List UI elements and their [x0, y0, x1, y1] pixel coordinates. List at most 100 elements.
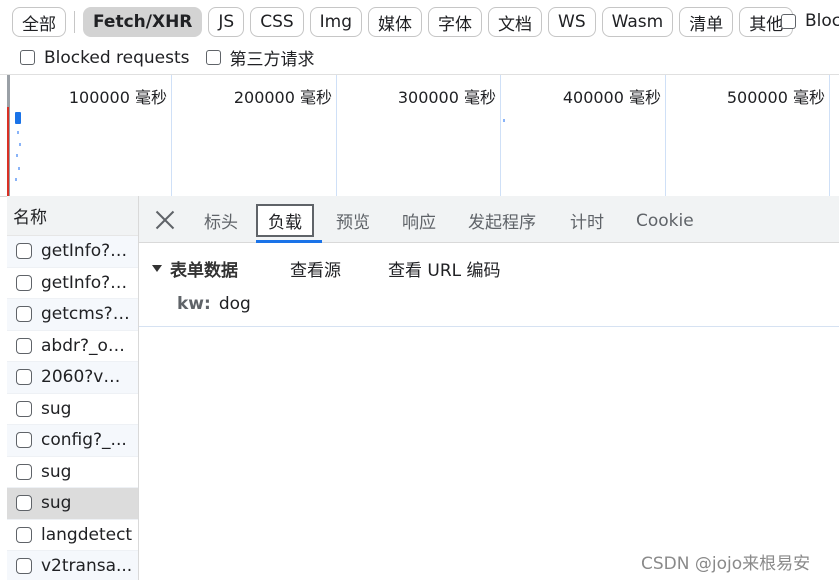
triangle-down-icon — [152, 265, 162, 272]
third-party-checkbox[interactable] — [205, 50, 221, 65]
timeline-gridline — [336, 75, 337, 196]
request-row[interactable]: getcms?_... — [7, 299, 138, 331]
request-row[interactable]: langdetect — [7, 520, 138, 551]
request-tick — [18, 167, 20, 170]
active-tab-indicator — [256, 240, 322, 243]
blocked-requests-label: Blocked requests — [44, 47, 190, 68]
request-name: getInfo?_... — [41, 241, 133, 262]
filter-bar: 全部 Fetch/XHR JS CSS Img 媒体 字体 文档 WS Wasm 清单 其他 Bloc… — [0, 0, 839, 74]
blocked-cookies-toggle[interactable]: Bloc — [781, 11, 839, 31]
request-row[interactable]: getInfo?_... — [7, 268, 138, 299]
request-tick — [503, 119, 505, 122]
request-tick — [19, 143, 21, 146]
name-column-header[interactable]: 名称 — [7, 196, 138, 236]
form-data-value: dog — [218, 294, 251, 314]
request-row-checkbox[interactable] — [16, 526, 32, 543]
filter-chip[interactable]: JS — [208, 7, 245, 37]
close-details-icon[interactable] — [155, 210, 175, 230]
request-name: langdetect — [41, 524, 133, 545]
timeline-tick-label: 300000 毫秒 — [397, 88, 496, 107]
request-row[interactable]: getInfo?_... — [7, 236, 138, 268]
tab-headers[interactable]: 标头 — [204, 204, 238, 237]
tab-response[interactable]: 响应 — [402, 204, 436, 237]
request-row[interactable]: 2060?v=... — [7, 362, 138, 394]
timeline-gridline — [829, 75, 830, 196]
filter-chip[interactable]: WS — [548, 7, 596, 37]
request-row[interactable]: sug — [7, 488, 138, 520]
request-row-checkbox[interactable] — [16, 243, 32, 260]
filter-chip[interactable]: 字体 — [428, 7, 483, 37]
resource-type-filters: 全部 Fetch/XHR JS CSS Img 媒体 字体 文档 WS Wasm 清单 其他 — [12, 6, 794, 38]
request-row-checkbox[interactable] — [16, 558, 32, 575]
tab-cookies[interactable]: Cookie — [636, 204, 694, 237]
request-row[interactable]: sug — [7, 457, 138, 488]
filter-separator — [74, 11, 75, 33]
tab-payload[interactable]: 负载 — [256, 204, 314, 237]
filter-chip[interactable]: 媒体 — [368, 7, 423, 37]
request-tick — [15, 178, 17, 181]
details-tab-bar: 标头 负载 预览 响应 发起程序 计时 Cookie — [139, 196, 839, 243]
timeline-tick-label: 400000 毫秒 — [562, 88, 661, 107]
filter-chip[interactable]: 清单 — [679, 7, 734, 37]
request-tick — [17, 131, 19, 134]
devtools-network-panel: 全部 Fetch/XHR JS CSS Img 媒体 字体 文档 WS Wasm 清单 其他 Bloc… — [0, 0, 839, 580]
request-name: config?_... — [41, 430, 127, 451]
request-row-checkbox[interactable] — [16, 463, 32, 480]
blocked-cookies-label: Bloc — [805, 11, 839, 31]
request-row-checkbox[interactable] — [16, 495, 32, 512]
view-source-button[interactable]: 查看源 — [290, 256, 341, 281]
request-row-checkbox[interactable] — [16, 274, 32, 291]
form-data-row: kw: dog — [177, 294, 251, 314]
tab-timing[interactable]: 计时 — [570, 204, 604, 237]
request-row[interactable]: abdr?_o=... — [7, 331, 138, 362]
filter-chip[interactable]: CSS — [250, 7, 304, 37]
network-overview-timeline[interactable]: 100000 毫秒 200000 毫秒 300000 毫秒 400000 毫秒 … — [0, 74, 839, 197]
load-event-marker — [7, 107, 9, 196]
request-name: 2060?v=... — [41, 367, 133, 388]
request-list: 名称 getInfo?_... getInfo?_... getcms?_...ab… — [7, 196, 139, 580]
request-tick — [16, 154, 18, 157]
request-name: sug — [41, 461, 72, 482]
request-bar — [15, 112, 21, 124]
watermark: CSDN @jojo来根易安 — [641, 554, 811, 574]
third-party-label: 第三方请求 — [229, 50, 315, 70]
request-row-checkbox[interactable] — [16, 369, 32, 386]
request-name: getInfo?_... — [41, 272, 133, 293]
request-row-checkbox[interactable] — [16, 432, 32, 449]
request-details-pane: 标头 负载 预览 响应 发起程序 计时 Cookie 表单数据 查看源 查看 U… — [139, 196, 839, 580]
request-name: sug — [41, 493, 72, 514]
blocked-requests-checkbox[interactable] — [20, 50, 35, 65]
timeline-tick-label: 500000 毫秒 — [726, 88, 825, 107]
timeline-tick-label: 200000 毫秒 — [233, 88, 332, 107]
filter-chip[interactable]: Img — [309, 7, 363, 37]
filter-chip[interactable]: 文档 — [488, 7, 543, 37]
filter-chip[interactable]: Fetch/XHR — [83, 7, 203, 37]
filter-chip[interactable]: Wasm — [601, 7, 674, 37]
request-row-checkbox[interactable] — [16, 306, 32, 323]
request-row[interactable]: sug — [7, 394, 138, 425]
request-rows: getInfo?_... getInfo?_... getcms?_... abdr?… — [7, 236, 138, 580]
form-data-section: 表单数据 查看源 查看 URL 编码 kw: dog — [139, 244, 839, 327]
timeline-gridline — [171, 75, 172, 196]
form-data-key: kw: — [177, 294, 211, 314]
timeline-gridline — [665, 75, 666, 196]
request-row[interactable]: config?_... — [7, 425, 138, 457]
request-row-checkbox[interactable] — [16, 337, 32, 354]
blocked-cookies-checkbox[interactable] — [781, 13, 796, 29]
tab-initiator[interactable]: 发起程序 — [468, 204, 536, 237]
timeline-gridline — [500, 75, 501, 196]
request-name: sug — [41, 398, 72, 419]
blocked-requests-toggle[interactable]: Blocked requests — [20, 48, 190, 68]
request-row-checkbox[interactable] — [16, 400, 32, 417]
form-data-header[interactable]: 表单数据 — [152, 256, 238, 281]
filter-chip[interactable]: 全部 — [12, 7, 66, 37]
timeline-tick-label: 100000 毫秒 — [68, 88, 167, 107]
name-column-header-label: 名称 — [13, 208, 47, 228]
view-url-encoded-button[interactable]: 查看 URL 编码 — [388, 256, 501, 281]
form-data-title: 表单数据 — [170, 261, 238, 281]
request-name: getcms?_... — [41, 304, 133, 325]
request-name: v2transa... — [41, 556, 133, 577]
third-party-toggle[interactable]: 第三方请求 — [205, 45, 315, 70]
tab-preview[interactable]: 预览 — [336, 204, 370, 237]
request-row[interactable]: v2transa... — [7, 551, 138, 580]
